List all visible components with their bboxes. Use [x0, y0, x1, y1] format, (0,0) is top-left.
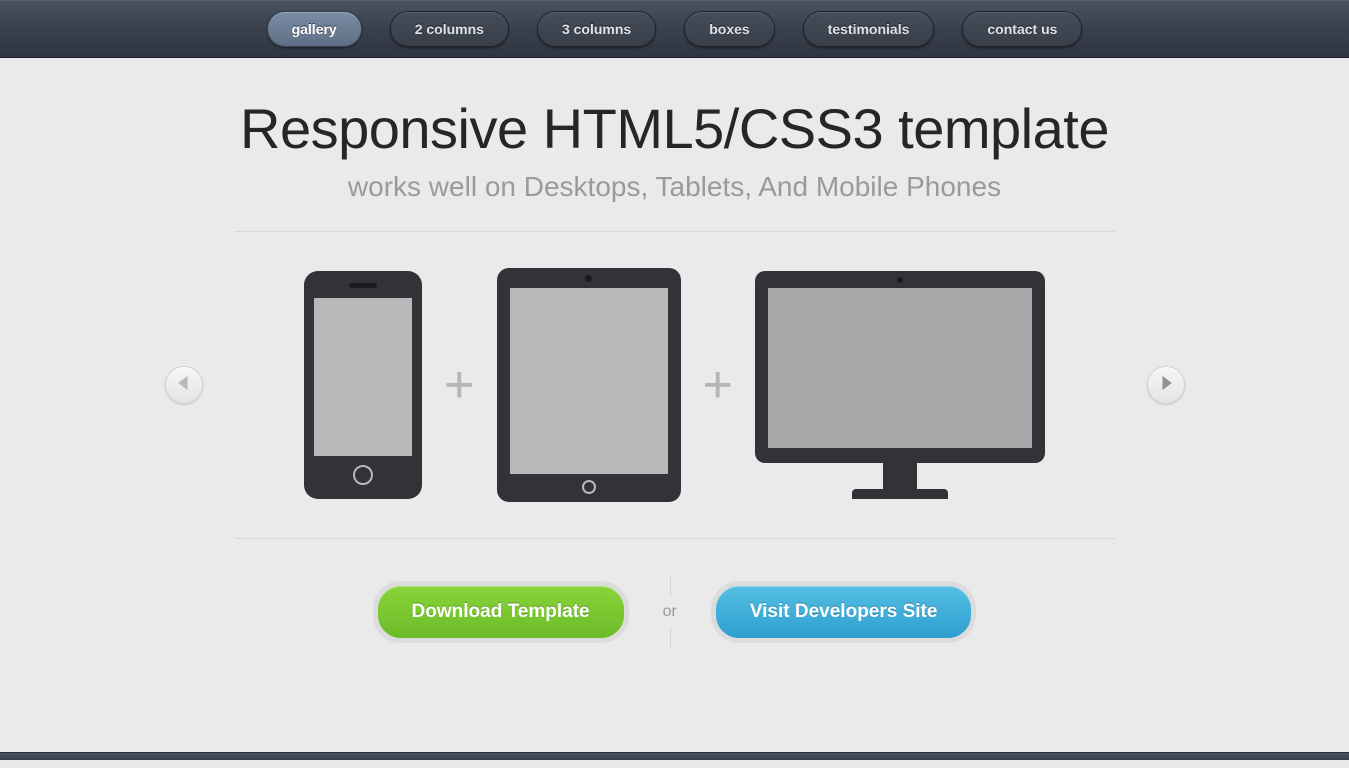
nav-3-columns[interactable]: 3 columns — [537, 11, 656, 47]
nav-2-columns[interactable]: 2 columns — [390, 11, 509, 47]
cta-row: Download Template or Visit Developers Si… — [0, 581, 1349, 643]
carousel-next-button[interactable] — [1147, 366, 1185, 404]
nav-boxes[interactable]: boxes — [684, 11, 774, 47]
phone-icon — [304, 271, 422, 499]
monitor-icon — [755, 271, 1045, 499]
device-row: + + — [235, 268, 1115, 502]
main-content: Responsive HTML5/CSS3 template works wel… — [0, 58, 1349, 760]
footer-bar — [0, 752, 1349, 760]
download-template-button[interactable]: Download Template — [373, 581, 629, 643]
carousel-prev-button[interactable] — [165, 366, 203, 404]
visit-developers-button[interactable]: Visit Developers Site — [711, 581, 977, 643]
hero-title: Responsive HTML5/CSS3 template — [0, 96, 1349, 161]
nav-testimonials[interactable]: testimonials — [803, 11, 935, 47]
arrow-right-icon — [1160, 376, 1172, 395]
tablet-icon — [497, 268, 681, 502]
gallery-stage: + + — [235, 231, 1115, 539]
top-nav: gallery 2 columns 3 columns boxes testim… — [0, 0, 1349, 58]
plus-separator: + — [703, 355, 733, 415]
nav-gallery[interactable]: gallery — [267, 11, 362, 47]
hero-subtitle: works well on Desktops, Tablets, And Mob… — [0, 171, 1349, 203]
plus-separator: + — [444, 355, 474, 415]
or-separator: or — [659, 603, 681, 621]
arrow-left-icon — [178, 376, 190, 395]
nav-contact-us[interactable]: contact us — [962, 11, 1082, 47]
